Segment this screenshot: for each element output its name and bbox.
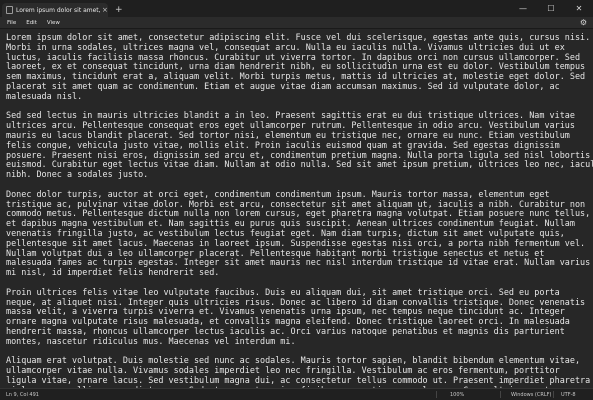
title-bar: Lorem ipsum dolor sit amet, consec × + —… (0, 0, 593, 17)
close-tab-icon[interactable]: × (102, 6, 108, 14)
close-window-button[interactable]: ✕ (565, 0, 593, 17)
line-ending[interactable]: Windows (CRLF) (511, 392, 551, 398)
text-line[interactable]: nibh. Donec a sodales justo. (6, 169, 591, 180)
menu-edit[interactable]: Edit (24, 20, 39, 26)
document-text[interactable]: Lorem ipsum dolor sit amet, consectetur … (6, 32, 593, 388)
text-line[interactable]: mi nisl, id imperdiet felis hendrerit se… (6, 267, 591, 278)
text-line[interactable]: malesuada nisl. (6, 91, 591, 102)
gear-icon[interactable]: ⚙ (580, 17, 587, 28)
status-bar: Ln 9, Col 491 100% Windows (CRLF) UTF-8 (0, 388, 593, 400)
document-tab[interactable]: Lorem ipsum dolor sit amet, consec × (2, 3, 108, 17)
cursor-position: Ln 9, Col 491 (6, 392, 39, 398)
status-divider (553, 391, 554, 398)
notepad-icon (6, 6, 13, 14)
menu-file[interactable]: File (5, 20, 18, 26)
minimize-button[interactable]: — (509, 0, 537, 17)
menu-view[interactable]: View (45, 20, 62, 26)
menu-bar: File Edit View (0, 17, 593, 28)
text-editor[interactable]: Lorem ipsum dolor sit amet, consectetur … (0, 28, 593, 388)
status-divider (500, 391, 501, 398)
encoding[interactable]: UTF-8 (561, 392, 576, 398)
status-divider (436, 391, 437, 398)
text-line[interactable]: montes, nascetur ridiculus mus. Maecenas… (6, 336, 591, 347)
tab-title: Lorem ipsum dolor sit amet, consec (16, 6, 100, 14)
new-tab-button[interactable]: + (115, 5, 123, 15)
text-line[interactable]: placerat sit amet quam ac condimentum. E… (6, 81, 591, 92)
maximize-button[interactable]: ☐ (537, 0, 565, 17)
zoom-level[interactable]: 100% (450, 392, 464, 398)
